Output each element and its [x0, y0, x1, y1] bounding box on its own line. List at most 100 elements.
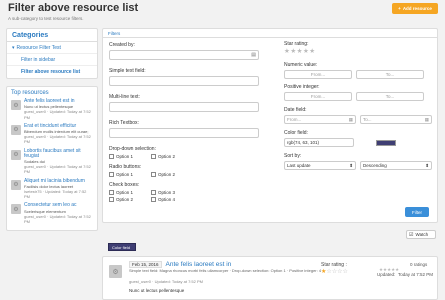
result-stars: ★☆☆☆☆	[321, 269, 348, 275]
filters-left-column: Created by: ▤ Simple text field: Multi-l…	[109, 41, 259, 202]
checkbox-option-3[interactable]: Option 3	[151, 190, 181, 195]
checkbox[interactable]	[109, 197, 114, 202]
numeric-range: From... To...	[284, 70, 434, 79]
dropdown-option-1[interactable]: Option 1	[109, 154, 139, 159]
dropdown-option-2[interactable]: Option 2	[151, 154, 181, 159]
add-resource-button[interactable]: + Add resource	[392, 3, 438, 14]
gear-icon: ⚙	[11, 149, 21, 160]
result-line1: Simple text field: Magna rhoncus morbi f…	[129, 268, 322, 273]
categories-box: Categories ▾ Resource Filter Test Filter…	[6, 28, 98, 79]
category-resource-filter-test[interactable]: ▾ Resource Filter Test	[7, 42, 97, 54]
add-resource-label: Add resource	[402, 6, 432, 11]
page-title: Filter above resource list	[8, 2, 139, 14]
checkbox-option-4[interactable]: Option 4	[151, 197, 181, 202]
gear-icon: ⚙	[11, 100, 21, 110]
checkbox[interactable]	[151, 172, 156, 177]
resource-link[interactable]: Lobortis faucibus amet sit feugiat	[24, 148, 93, 159]
list-item: ⚙ Ante felis laoreet est in Nunc ut lect…	[11, 98, 93, 120]
date-range: From... ▦ To... ▦	[284, 115, 434, 124]
gear-icon: ⚙	[11, 204, 21, 215]
sort-field-value: Last update	[287, 163, 311, 168]
positive-to-input[interactable]: To...	[356, 92, 424, 101]
filters-right-column: Star rating: ★★★★★ Numeric value: From..…	[284, 41, 434, 170]
checkbox-option-1[interactable]: Option 1	[109, 190, 139, 195]
positive-from-input[interactable]: From...	[284, 92, 352, 101]
chevron-down-icon: ▾	[12, 44, 15, 51]
resource-meta: Isetestr75 · Updated: Today at 7:52 PM	[24, 189, 87, 200]
checkbox[interactable]	[109, 172, 114, 177]
result-title-row: Feb 15, 2016 Ante felis laoreet est in	[129, 261, 231, 268]
sort-by-label: Sort by:	[284, 153, 302, 159]
created-by-label: Created by:	[109, 42, 135, 48]
option-label: Option 1	[116, 190, 134, 195]
category-filter-in-sidebar[interactable]: Filter in sidebar	[7, 54, 97, 66]
rich-textbox-input[interactable]	[109, 128, 259, 138]
sort-row: Last update ⬍ Descending ⬍	[284, 161, 434, 170]
sort-field-select[interactable]: Last update ⬍	[284, 161, 356, 170]
color-field-button[interactable]: Color field	[108, 243, 136, 251]
color-swatch[interactable]	[376, 139, 396, 146]
simple-text-label: Simple text field:	[109, 68, 146, 74]
checkbox[interactable]	[109, 190, 114, 195]
category-label: Filter in sidebar	[21, 56, 56, 63]
user-list-icon[interactable]: ▤	[251, 52, 256, 58]
list-item: ⚙ Lobortis faucibus amet sit feugiat Sod…	[11, 148, 93, 175]
positive-range: From... To...	[284, 92, 434, 101]
checkbox[interactable]	[151, 154, 156, 159]
watch-label: Watch	[415, 232, 429, 237]
result-updated-value: Today at 7:52 PM	[398, 272, 434, 277]
checkboxes-label: Check boxes:	[109, 182, 140, 188]
gear-icon: ⚙	[11, 124, 21, 135]
dropdown-options: Option 1 Option 2	[109, 154, 259, 159]
date-from-input[interactable]: From... ▦	[284, 115, 356, 124]
resource-result: ⚙ Feb 15, 2016 Ante felis laoreet est in…	[102, 256, 438, 300]
plus-icon: +	[398, 6, 401, 11]
resource-meta: guest_user0 · Updated: Today at 7:52 PM	[24, 134, 91, 145]
created-by-input[interactable]: ▤	[109, 50, 259, 60]
checkbox[interactable]	[151, 190, 156, 195]
multiline-input[interactable]	[109, 102, 259, 112]
page-subtitle: A sub-category to test resource filters.	[8, 16, 84, 21]
resource-meta: guest_user0 · Updated: Today at 7:52 PM	[24, 213, 91, 225]
color-label: Color field:	[284, 130, 308, 136]
checkbox[interactable]	[151, 197, 156, 202]
filters-panel: Filters Created by: ▤ Simple text field:…	[102, 28, 438, 223]
date-to-input[interactable]: To... ▦	[360, 115, 432, 124]
result-date: Feb 15, 2016	[129, 261, 162, 268]
checkbox-option-2[interactable]: Option 2	[109, 197, 139, 202]
option-label: Option 2	[158, 172, 176, 177]
calendar-icon[interactable]: ▦	[349, 117, 353, 123]
option-label: Option 4	[158, 197, 176, 202]
result-desc: Nunc ut lectus pellentesque	[129, 288, 185, 293]
numeric-label: Numeric value:	[284, 62, 318, 68]
simple-text-input[interactable]	[109, 76, 259, 86]
filters-tab: Filters	[103, 29, 437, 38]
rich-textbox-label: Rich Textbox:	[109, 120, 139, 126]
category-filter-above-list[interactable]: Filter above resource list	[7, 66, 97, 78]
sort-order-select[interactable]: Descending ⬍	[360, 161, 432, 170]
checkbox[interactable]	[109, 154, 114, 159]
sort-order-value: Descending	[363, 163, 387, 168]
date-from-placeholder: From...	[287, 117, 302, 122]
dropdown-label: Drop-down selection:	[109, 146, 156, 152]
color-input[interactable]: rgb(74, 63, 101)	[284, 138, 354, 147]
color-field-row: rgb(74, 63, 101)	[284, 138, 434, 147]
result-title[interactable]: Ante felis laoreet est in	[166, 261, 232, 268]
checkbox-options-row1: Option 1 Option 3	[109, 190, 259, 195]
checkmark-icon: ☑	[409, 231, 414, 238]
numeric-from-input[interactable]: From...	[284, 70, 352, 79]
radio-option-2[interactable]: Option 2	[151, 172, 181, 177]
list-item: ⚙ Consectetur sem leo ac Scelerisque ele…	[11, 203, 93, 224]
numeric-to-input[interactable]: To...	[356, 70, 424, 79]
calendar-icon[interactable]: ▦	[425, 117, 429, 123]
radio-option-1[interactable]: Option 1	[109, 172, 139, 177]
star-rating-input[interactable]: ★★★★★	[284, 47, 434, 55]
radio-options: Option 1 Option 2	[109, 172, 259, 177]
watch-checkbox[interactable]: ☑ Watch	[406, 230, 436, 239]
list-item: ⚙ Aliquet mi lacinia bibendum Facilisis …	[11, 178, 93, 200]
date-label: Date field:	[284, 107, 307, 113]
gear-icon: ⚙	[11, 179, 21, 190]
filter-button[interactable]: Filter	[405, 207, 429, 217]
date-to-placeholder: To...	[363, 117, 372, 122]
top-resources-title: Top resources	[11, 90, 49, 96]
